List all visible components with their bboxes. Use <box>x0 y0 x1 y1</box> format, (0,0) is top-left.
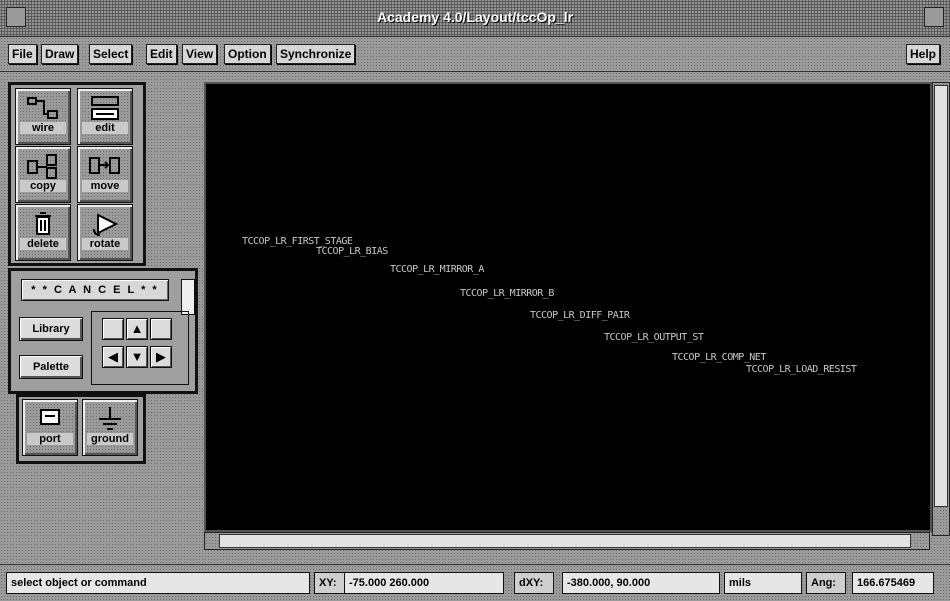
rotate-label: rotate <box>82 238 128 250</box>
menu-edit[interactable]: Edit <box>146 44 177 64</box>
canvas-label[interactable]: TCCOP_LR_MIRROR_B <box>460 288 554 299</box>
angle-field[interactable]: 166.675469 <box>852 572 934 594</box>
wire-icon <box>27 97 58 119</box>
copy-icon <box>27 154 57 179</box>
wire-label: wire <box>20 122 66 134</box>
canvas-label[interactable]: TCCOP_LR_LOAD_RESIST <box>746 364 857 375</box>
ground-label: ground <box>87 433 133 445</box>
status-bar: select object or command XY: -75.000 260… <box>0 564 950 601</box>
menu-file[interactable]: File <box>8 44 37 64</box>
rotate-icon <box>93 213 119 236</box>
menu-edit-label: Edit <box>150 47 173 61</box>
menu-option[interactable]: Option <box>224 44 271 64</box>
dxy-coordinate-field[interactable]: -380.000, 90.000 <box>562 572 720 594</box>
edit-icon <box>91 96 119 120</box>
cancel-button[interactable]: * * C A N C E L * * <box>21 279 169 301</box>
copy-button[interactable]: copy <box>15 146 71 203</box>
pan-left-button[interactable]: ◀ <box>102 346 124 368</box>
canvas-label[interactable]: TCCOP_LR_OUTPUT_ST <box>604 332 704 343</box>
pan-up-button[interactable]: ▲ <box>126 318 148 340</box>
delete-button[interactable]: delete <box>15 204 71 261</box>
tool-panel: wire edit copy move delete rotate * * C … <box>8 82 198 562</box>
window-title: Academy 4.0/Layout/tccOp_lr <box>376 9 574 25</box>
move-icon <box>89 157 120 174</box>
menu-option-label: Option <box>228 47 267 61</box>
rotate-button[interactable]: rotate <box>77 204 133 261</box>
horizontal-scrollbar[interactable] <box>204 532 930 550</box>
title-bar: Academy 4.0/Layout/tccOp_lr <box>0 0 950 37</box>
component-group: port ground <box>16 394 146 464</box>
menu-file-label: File <box>12 47 33 61</box>
trash-icon <box>35 212 51 235</box>
canvas-label[interactable]: TCCOP_LR_DIFF_PAIR <box>530 310 630 321</box>
maximize-icon[interactable] <box>924 7 944 27</box>
command-prompt[interactable]: select object or command <box>6 572 310 594</box>
menu-view-label: View <box>186 47 214 61</box>
menu-draw[interactable]: Draw <box>41 44 79 64</box>
edit-button[interactable]: edit <box>77 88 133 145</box>
ground-button[interactable]: ground <box>82 399 138 456</box>
menu-synchronize[interactable]: Synchronize <box>276 44 356 64</box>
xy-label: XY: <box>314 572 346 594</box>
move-label: move <box>82 180 128 192</box>
layout-canvas[interactable]: TCCOP_LR_FIRST_STAGE TCCOP_LR_BIAS TCCOP… <box>204 82 932 532</box>
copy-label: copy <box>20 180 66 192</box>
delete-label: delete <box>20 238 66 250</box>
pan-empty-topright <box>150 318 172 340</box>
navigation-group: * * C A N C E L * * Library Palette ▲ ◀ … <box>8 268 198 394</box>
canvas-label[interactable]: TCCOP_LR_MIRROR_A <box>390 264 484 275</box>
menu-synchronize-label: Synchronize <box>280 47 352 61</box>
pan-down-button[interactable]: ▼ <box>126 346 148 368</box>
port-icon <box>40 409 60 425</box>
move-button[interactable]: move <box>77 146 133 203</box>
menu-select[interactable]: Select <box>89 44 133 64</box>
units-field[interactable]: mils <box>724 572 802 594</box>
cancel-list-scrollbar[interactable] <box>181 279 195 315</box>
canvas-label[interactable]: TCCOP_LR_COMP_NET <box>672 352 766 363</box>
angle-label: Ang: <box>806 572 846 594</box>
horizontal-scroll-thumb[interactable] <box>219 534 911 548</box>
edit-tools-group: wire edit copy move delete rotate <box>8 82 146 266</box>
menu-help-label: Help <box>910 47 937 61</box>
canvas-label[interactable]: TCCOP_LR_BIAS <box>316 246 388 257</box>
arrow-pad: ▲ ◀ ▼ ▶ <box>91 311 189 385</box>
menu-view[interactable]: View <box>182 44 218 64</box>
arrow-down-icon: ▼ <box>130 349 144 364</box>
arrow-up-icon: ▲ <box>130 321 144 336</box>
menu-select-label: Select <box>93 47 129 61</box>
edit-label: edit <box>82 122 128 134</box>
arrow-left-icon: ◀ <box>108 349 118 364</box>
ground-icon <box>99 407 121 430</box>
xy-coordinate-field[interactable]: -75.000 260.000 <box>344 572 504 594</box>
arrow-right-icon: ▶ <box>156 349 166 364</box>
pan-empty-topleft <box>102 318 124 340</box>
pan-right-button[interactable]: ▶ <box>150 346 172 368</box>
vertical-scrollbar[interactable] <box>932 82 950 536</box>
library-button[interactable]: Library <box>19 317 83 341</box>
port-label: port <box>27 433 73 445</box>
port-button[interactable]: port <box>22 399 78 456</box>
menu-draw-label: Draw <box>45 47 75 61</box>
vertical-scroll-thumb[interactable] <box>934 85 948 507</box>
menu-help[interactable]: Help <box>906 44 941 64</box>
menu-bar: File Draw Select Edit View Option Synchr… <box>0 37 950 72</box>
palette-button[interactable]: Palette <box>19 355 83 379</box>
dxy-label: dXY: <box>514 572 554 594</box>
wire-button[interactable]: wire <box>15 88 71 145</box>
